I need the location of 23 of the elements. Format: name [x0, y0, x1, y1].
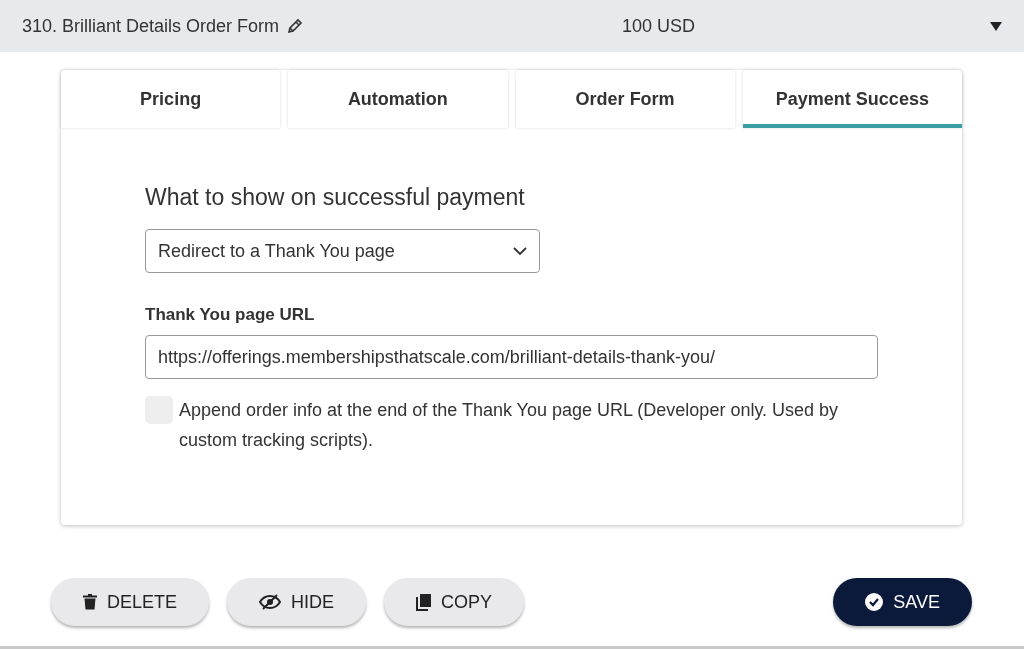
hide-button[interactable]: HIDE [227, 578, 367, 626]
pencil-icon[interactable] [287, 18, 304, 34]
check-circle-icon [865, 593, 884, 611]
chevron-down-icon[interactable] [513, 246, 527, 256]
delete-button[interactable]: DELETE [51, 578, 210, 626]
save-button[interactable]: SAVE [833, 578, 972, 626]
tab[interactable]: Pricing [61, 70, 281, 128]
trash-icon [83, 594, 97, 610]
price-label: 100 USD [622, 15, 697, 37]
tab[interactable]: Payment Success [742, 70, 962, 128]
caret-icon[interactable] [990, 21, 1002, 31]
panel-header[interactable]: 310. Brilliant Details Order Form 100 USD [0, 0, 1024, 52]
tab[interactable]: Automation [288, 70, 508, 128]
form-title: 310. Brilliant Details Order Form [22, 15, 280, 37]
select-dropdown[interactable]: Redirect to a Thank You page [145, 229, 540, 273]
field-label: Thank You page URL [145, 305, 316, 325]
section-heading: What to show on successful payment [145, 184, 526, 211]
url-input-field[interactable]: https://offerings.membershipsthatscale.com/brilliant-details-thank-you/ [145, 335, 878, 379]
checkbox-label: Append order info at the end of the Thank You page URL (Developer only. Used by custom tracking scripts). [179, 399, 840, 452]
copy-icon [416, 593, 432, 611]
eye-slash-icon [259, 594, 282, 610]
tab[interactable]: Order Form [515, 70, 735, 128]
copy-button[interactable]: COPY [384, 578, 525, 626]
